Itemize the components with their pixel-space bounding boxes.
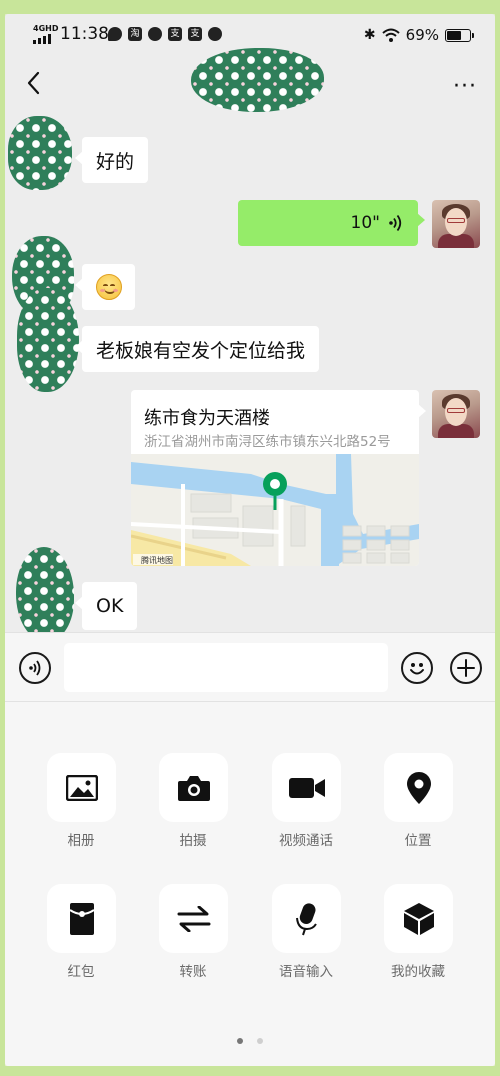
chevron-left-icon[interactable]: [21, 69, 47, 97]
battery-percent: 69%: [405, 26, 439, 44]
more-dots-icon[interactable]: ···: [453, 74, 477, 99]
voice-duration: 10": [350, 213, 380, 233]
page-indicator-active: [237, 1038, 243, 1044]
photo-album-icon[interactable]: [47, 753, 116, 822]
message-input[interactable]: [64, 643, 388, 692]
signal-icon: [33, 34, 55, 44]
alipay-icon: 支: [168, 27, 182, 41]
message-text: OK: [96, 595, 124, 617]
alipay-icon: [148, 27, 162, 41]
map-provider: 腾讯地图: [141, 556, 173, 565]
panel-item-label: 视频通话: [279, 833, 333, 849]
bluetooth-icon: ✱: [363, 27, 376, 43]
page-indicator: [257, 1038, 263, 1044]
red-envelope-icon[interactable]: [47, 884, 116, 953]
microphone-icon[interactable]: [272, 884, 341, 953]
panel-item-label: 拍摄: [179, 833, 207, 849]
battery-icon: [445, 28, 474, 42]
panel-item-label: 转账: [179, 964, 207, 980]
message-text: 好的: [96, 150, 135, 173]
phone-screen: 4GHD 11:38 淘 支 支 ✱ 69% ··· 好的 10" 老板娘有空发…: [5, 14, 495, 1066]
panel-item-label: 位置: [404, 833, 432, 849]
emoji-message-bubble[interactable]: [75, 264, 135, 310]
panel-item-label: 红包: [67, 964, 95, 980]
location-message-card[interactable]: 练市食为天酒楼 浙江省湖州市南浔区练市镇东兴北路52号 腾讯地图: [131, 390, 419, 566]
message-bubble[interactable]: 老板娘有空发个定位给我: [74, 326, 320, 372]
video-call-icon[interactable]: [272, 753, 341, 822]
camera-icon[interactable]: [159, 753, 228, 822]
input-bar: [5, 632, 495, 702]
location-address: 浙江省湖州市南浔区练市镇东兴北路52号: [144, 434, 391, 450]
chat-bubble-icon: [108, 27, 122, 41]
location-map-thumbnail: [131, 454, 419, 566]
plus-icon[interactable]: [450, 652, 482, 684]
background-frame: [0, 1066, 500, 1076]
message-bubble[interactable]: 好的: [74, 137, 149, 183]
self-avatar[interactable]: [432, 200, 480, 248]
contact-name-redacted: [191, 48, 324, 112]
location-pin-icon[interactable]: [384, 753, 453, 822]
network-type: 4GHD: [33, 24, 59, 33]
background-frame: [0, 0, 500, 14]
panel-item-label: 相册: [67, 833, 95, 849]
contact-avatar[interactable]: [16, 547, 74, 641]
voice-mode-icon[interactable]: [19, 652, 51, 684]
transfer-icon[interactable]: [159, 884, 228, 953]
clock: 11:38: [60, 24, 109, 44]
taobao-icon: 淘: [128, 27, 142, 41]
message-list: 好的 10" 老板娘有空发个定位给我 练市食为天酒楼 浙江省湖州市南浔区练市镇东…: [5, 108, 495, 641]
hd-icon: [208, 27, 222, 41]
background-frame: [495, 0, 500, 1076]
self-avatar[interactable]: [432, 390, 480, 438]
voice-wave-icon: [389, 214, 402, 232]
voice-message-bubble[interactable]: 10": [238, 200, 425, 246]
message-bubble[interactable]: OK: [74, 582, 138, 630]
contact-avatar[interactable]: [8, 116, 72, 190]
chat-header: ···: [5, 48, 495, 112]
location-name: 练市食为天酒楼: [144, 408, 270, 429]
panel-item-label: 我的收藏: [391, 964, 445, 980]
message-text: 老板娘有空发个定位给我: [96, 339, 306, 362]
alipay-icon: 支: [188, 27, 202, 41]
smiling-face-icon: [95, 274, 122, 300]
contact-avatar[interactable]: [17, 288, 79, 392]
status-right: ✱ 69%: [363, 24, 474, 46]
favorites-box-icon[interactable]: [384, 884, 453, 953]
battery-fill: [447, 30, 462, 40]
panel-item-label: 语音输入: [279, 964, 333, 980]
bubble-tail: [418, 404, 426, 418]
emoji-icon[interactable]: [401, 652, 433, 684]
wifi-icon: [381, 28, 400, 42]
